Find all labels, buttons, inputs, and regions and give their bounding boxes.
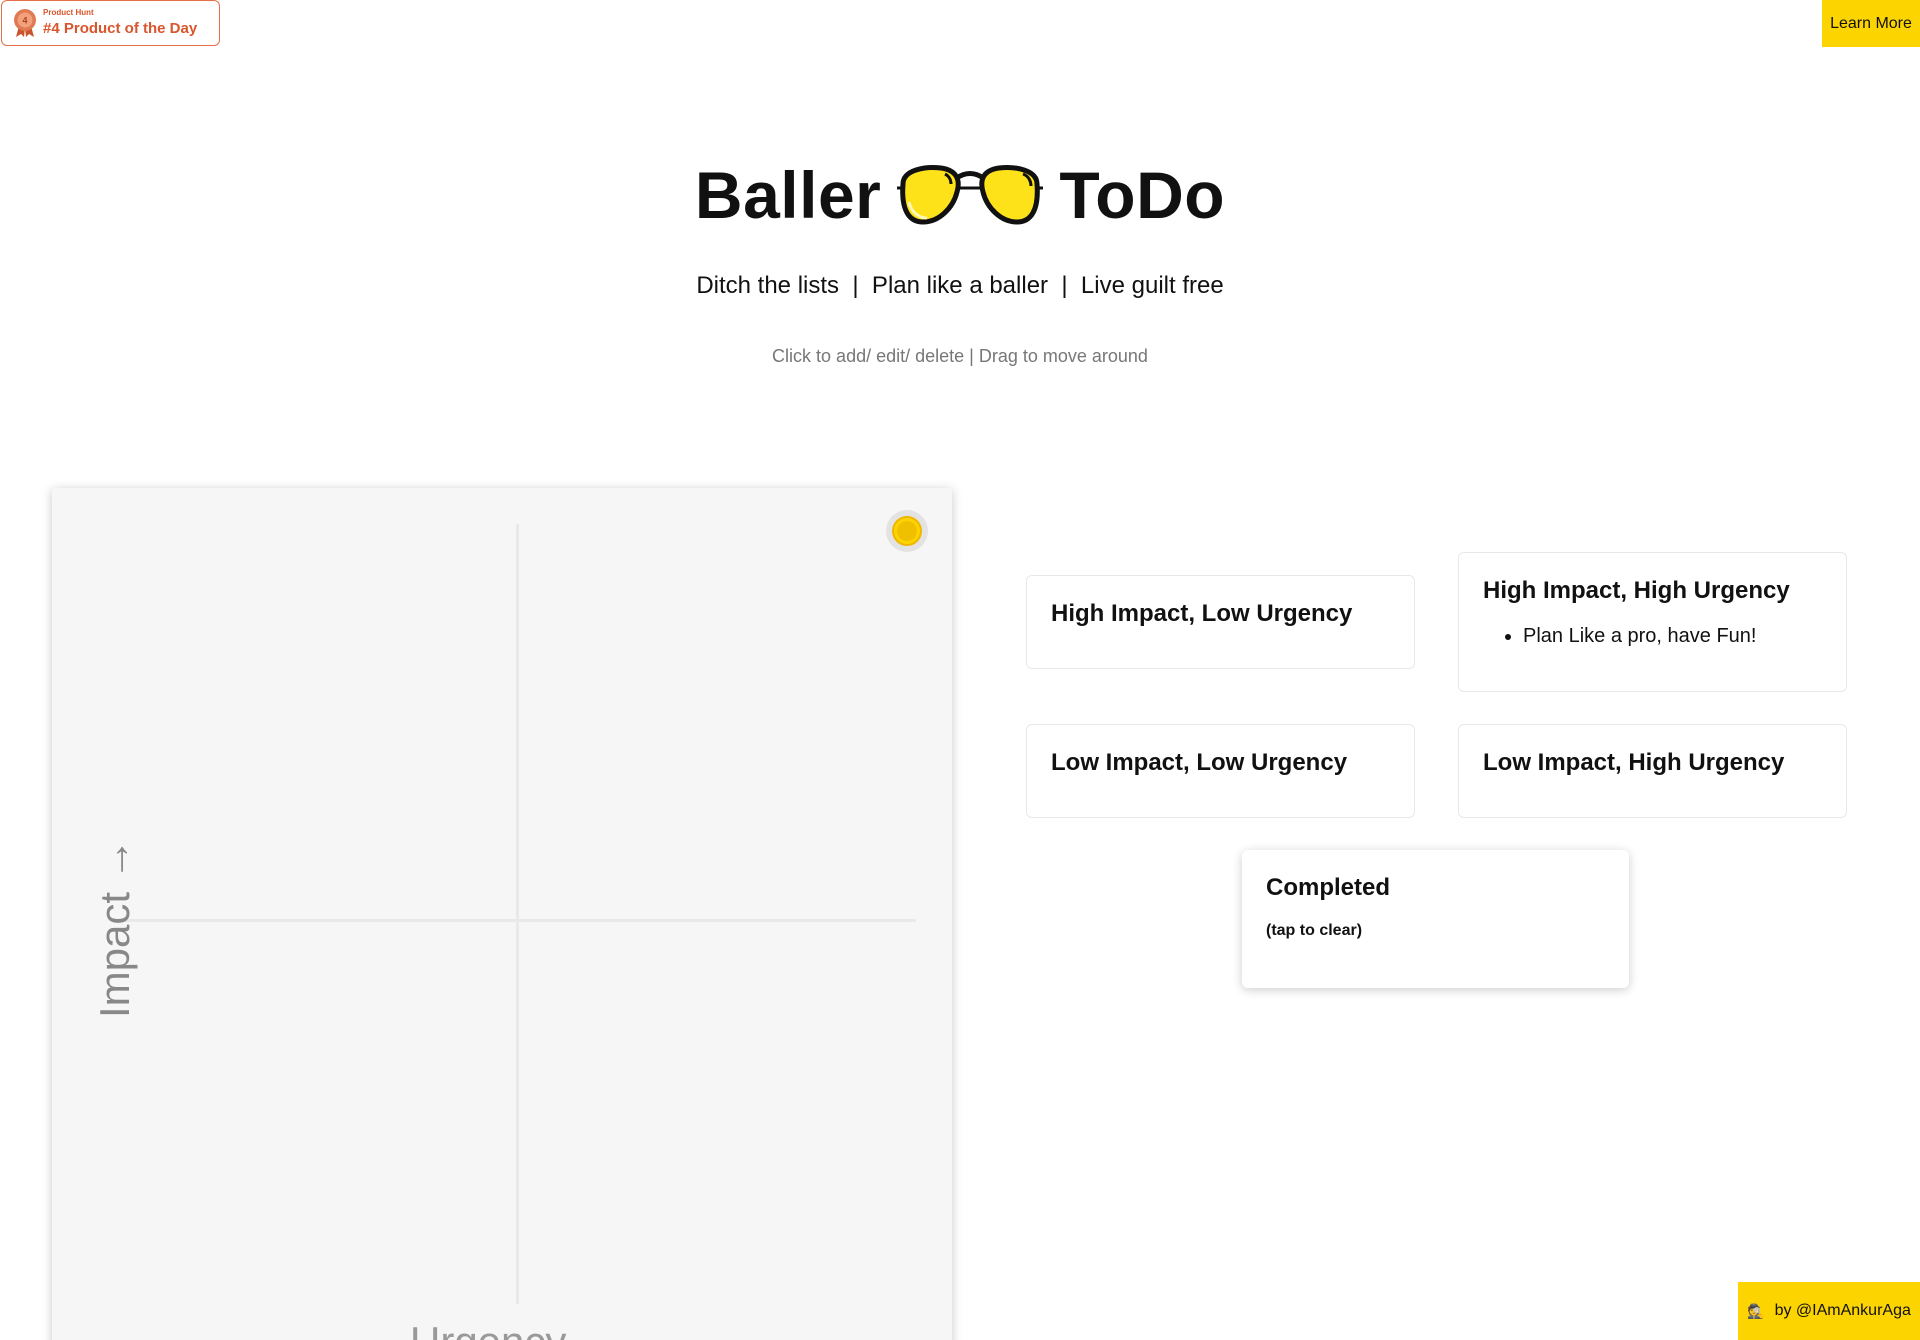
quadrant-high-impact-low-urgency[interactable]: High Impact, Low Urgency	[1026, 575, 1415, 669]
author-credit-label: by @IAmAnkurAga	[1774, 1302, 1911, 1319]
quadrant-title: High Impact, High Urgency	[1483, 577, 1790, 604]
product-hunt-label: Product Hunt	[43, 7, 94, 17]
task-item[interactable]: Plan Like a pro, have Fun!	[1523, 623, 1822, 649]
tap-to-clear-label: (tap to clear)	[1266, 922, 1363, 939]
author-credit[interactable]: 🕵️ by @IAmAnkurAga	[1738, 1282, 1920, 1340]
detective-icon: 🕵️	[1747, 1302, 1765, 1319]
svg-text:4: 4	[22, 16, 27, 26]
task-dot[interactable]	[886, 510, 928, 552]
medal-icon: 4	[14, 9, 36, 37]
urgency-axis-label: Urgency	[410, 1318, 566, 1340]
title-right: ToDo	[1059, 158, 1226, 232]
impact-axis-label: Impact →	[91, 838, 138, 1018]
quadrant-title: Low Impact, High Urgency	[1483, 749, 1785, 776]
title-left: Baller	[694, 158, 882, 232]
product-hunt-badge[interactable]: 4 Product Hunt #4 Product of the Day	[1, 0, 220, 46]
tagline: Ditch the lists | Plan like a baller | L…	[696, 272, 1224, 299]
completed-title: Completed	[1266, 874, 1391, 901]
vertical-divider	[516, 524, 519, 1304]
usage-hint: Click to add/ edit/ delete | Drag to mov…	[772, 346, 1148, 366]
task-list: Plan Like a pro, have Fun!	[1483, 623, 1822, 649]
completed-card[interactable]: Completed (tap to clear)	[1242, 850, 1629, 988]
quadrant-title: High Impact, Low Urgency	[1051, 600, 1353, 627]
task-dot-inner	[892, 516, 922, 546]
page-title: Baller ToDo	[0, 150, 1920, 240]
product-of-day-label: #4 Product of the Day	[43, 19, 198, 37]
quadrant-low-impact-high-urgency[interactable]: Low Impact, High Urgency	[1458, 724, 1847, 818]
horizontal-divider	[120, 919, 916, 922]
learn-more-button[interactable]: Learn More	[1822, 0, 1920, 47]
quadrant-low-impact-low-urgency[interactable]: Low Impact, Low Urgency	[1026, 724, 1415, 818]
quadrant-high-impact-high-urgency[interactable]: High Impact, High Urgency Plan Like a pr…	[1458, 552, 1847, 692]
quadrant-title: Low Impact, Low Urgency	[1051, 749, 1348, 776]
eisenhower-board[interactable]: Impact → Urgency	[52, 488, 952, 1340]
sunglasses-icon	[897, 164, 1044, 225]
